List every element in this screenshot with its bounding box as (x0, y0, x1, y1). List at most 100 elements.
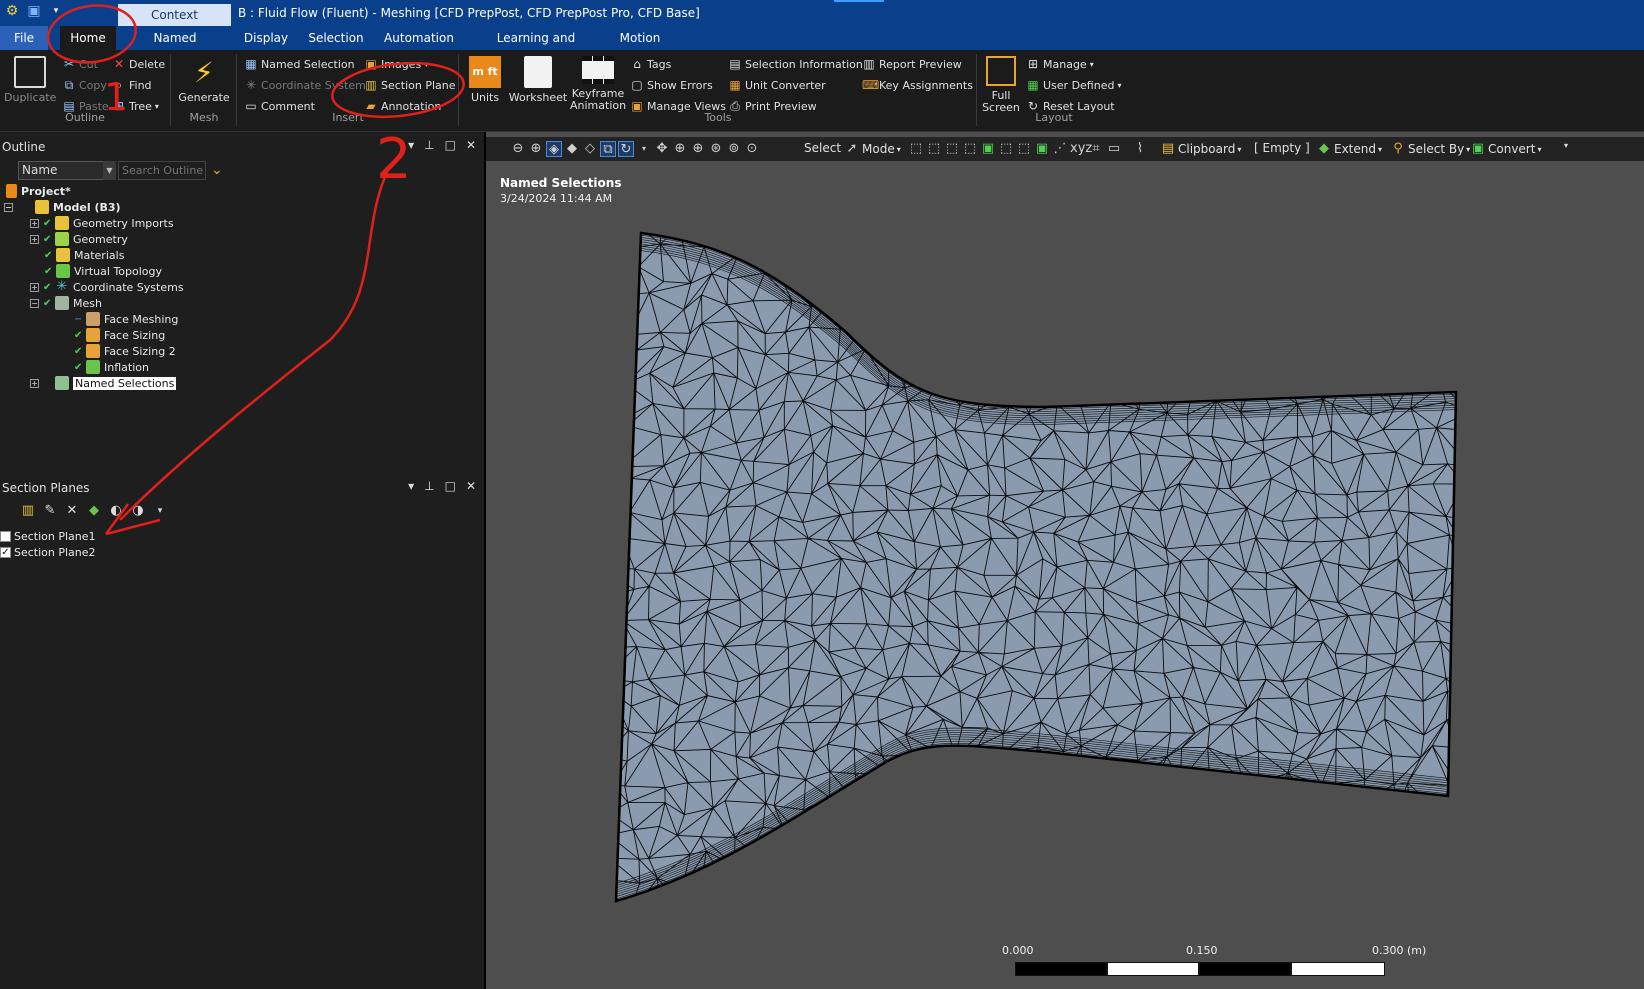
section-plane-checkbox[interactable] (0, 530, 11, 542)
list-item[interactable]: ✓ Section Plane2 (0, 544, 96, 560)
tags-button[interactable]: ⌂ Tags (630, 57, 671, 71)
tab-named-selection[interactable]: Named Selection (124, 26, 226, 69)
tree-dropdown[interactable]: ⊞ Tree ▾ (112, 99, 159, 113)
chevron-down-icon[interactable]: ▾ (1564, 141, 1568, 150)
tree-node-named-selections[interactable]: + Named Selections (30, 375, 177, 391)
new-section-plane-icon[interactable]: ▥ (20, 503, 36, 519)
zoom-fit-icon[interactable]: ⊛ (708, 141, 724, 157)
mode-dropdown[interactable]: ➚ Mode ▾ (844, 141, 901, 157)
expand-icon[interactable]: + (30, 282, 39, 292)
tab-home[interactable]: Home (60, 26, 116, 50)
mesh-geometry[interactable] (486, 132, 1644, 989)
shaded-view-icon[interactable]: ◆ (564, 141, 580, 157)
zoom-icon[interactable]: ⊕ (672, 141, 688, 157)
pan-icon[interactable]: ✥ (654, 141, 670, 157)
iso-view-icon[interactable]: ◈ (546, 141, 562, 157)
delete-section-icon[interactable]: ✕ (64, 503, 80, 519)
named-selection-button[interactable]: ▦ Named Selection (244, 57, 354, 71)
tree-node-materials[interactable]: ✔ Materials (44, 247, 124, 263)
mesh-body[interactable] (614, 231, 1458, 903)
select-point-icon[interactable]: ⋰ (1052, 141, 1068, 157)
edit-section-plane-icon[interactable]: ✎ (42, 503, 58, 519)
keyframe-animation-button[interactable]: Keyframe Animation (570, 56, 626, 112)
worksheet-button[interactable]: Worksheet (508, 56, 568, 104)
tree-node-geometry-imports[interactable]: + ✔ Geometry Imports (30, 215, 174, 231)
section-plane-button[interactable]: ▥ Section Plane (364, 78, 455, 92)
rotate-icon[interactable]: ↻ (618, 141, 634, 157)
expand-icon[interactable]: + (30, 234, 39, 244)
save-icon[interactable]: ▣ (26, 3, 42, 19)
annotation-button[interactable]: ▰ Annotation (364, 99, 441, 113)
extend-dropdown[interactable]: ◆ Extend ▾ (1316, 141, 1382, 157)
images-dropdown[interactable]: ▣ Images ▾ (364, 57, 428, 71)
tree-node-coordinate-systems[interactable]: + ✔ ✳ Coordinate Systems (30, 279, 184, 295)
tree-node-mesh[interactable]: − ✔ Mesh (30, 295, 102, 311)
tree-node-project[interactable]: Project* (6, 183, 71, 199)
wireframe-view-icon[interactable]: ◇ (582, 141, 598, 157)
tab-display[interactable]: Display (240, 26, 292, 50)
close-icon[interactable]: ✕ (466, 479, 476, 493)
select-mesh-icon[interactable]: ▣ (1034, 141, 1050, 157)
comment-icon[interactable]: ▭ (1106, 141, 1122, 157)
select-face-icon[interactable]: ⬚ (944, 141, 960, 157)
pin-icon[interactable]: ⊥ (424, 479, 434, 493)
collapse-icon[interactable]: − (4, 202, 13, 212)
coordinate-system-button[interactable]: ✳ Coordinate System (244, 78, 366, 92)
dropdown-icon[interactable]: ▾ (408, 138, 414, 152)
zoom-in-icon[interactable]: ⊕ (528, 141, 544, 157)
zoom-to-fit-icon[interactable]: ⊚ (726, 141, 742, 157)
select-element-face-icon[interactable]: ⬚ (998, 141, 1014, 157)
chevron-down-icon[interactable]: ▾ (152, 503, 168, 519)
tree-node-face-meshing[interactable]: − Face Meshing (74, 311, 178, 327)
convert-dropdown[interactable]: ▣ Convert ▾ (1470, 141, 1542, 157)
expand-icon[interactable]: + (30, 378, 39, 388)
print-preview-button[interactable]: ⎙ Print Preview (728, 99, 816, 113)
select-button[interactable]: Select (804, 141, 841, 155)
tree-node-virtual-topology[interactable]: ✔ Virtual Topology (44, 263, 162, 279)
tab-learning-and-support[interactable]: Learning and Support (474, 26, 598, 69)
chevron-down-icon[interactable]: ▼ (103, 161, 116, 180)
section-plane-checkbox[interactable]: ✓ (0, 546, 11, 558)
comment-button[interactable]: ▭ Comment (244, 99, 315, 113)
pin-icon[interactable]: ⊥ (424, 138, 434, 152)
tree-node-face-sizing[interactable]: ✔ Face Sizing (74, 327, 165, 343)
select-body-icon[interactable]: ⬚ (962, 141, 978, 157)
tree-node-face-sizing-2[interactable]: ✔ Face Sizing 2 (74, 343, 176, 359)
graph-icon[interactable]: ⌇ (1132, 141, 1148, 157)
units-dropdown[interactable]: m ft Units (464, 56, 506, 104)
settings-icon[interactable]: ⚙ (4, 3, 20, 19)
full-screen-button[interactable]: Full Screen (980, 56, 1022, 114)
tab-selection[interactable]: Selection (306, 26, 366, 50)
maximize-icon[interactable]: □ (445, 479, 456, 493)
close-icon[interactable]: ✕ (466, 138, 476, 152)
zoom-box-icon[interactable]: ⊕ (690, 141, 706, 157)
select-element-icon[interactable]: ⬚ (1016, 141, 1032, 157)
tab-automation[interactable]: Automation (382, 26, 456, 50)
hide-section-icon[interactable]: ◐ (108, 503, 124, 519)
selection-information-button[interactable]: ▤ Selection Information (728, 57, 863, 71)
show-errors-button[interactable]: ▢ Show Errors (630, 78, 712, 92)
name-column-select[interactable]: Name (18, 161, 116, 180)
label-icon[interactable]: ⌗ (1088, 141, 1104, 157)
tree-node-geometry[interactable]: + ✔ Geometry (30, 231, 128, 247)
unit-converter-button[interactable]: ▦ Unit Converter (728, 78, 825, 92)
manage-dropdown[interactable]: ⊞ Manage ▾ (1026, 57, 1094, 71)
collapse-icon[interactable]: − (30, 298, 39, 308)
box-select-icon[interactable]: ⧉ (600, 141, 616, 157)
tree-node-model[interactable]: − Model (B3) (4, 199, 121, 215)
report-preview-button[interactable]: ▥ Report Preview (862, 57, 961, 71)
key-assignments-button[interactable]: ⌨ Key Assignments (862, 78, 973, 92)
filter-icon[interactable]: ⌄ (211, 162, 223, 178)
delete-button[interactable]: ✕ Delete (112, 57, 165, 71)
find-button[interactable]: ⌕ Find (112, 78, 152, 92)
select-node-icon[interactable]: ▣ (980, 141, 996, 157)
dropdown-icon[interactable]: ▾ (408, 479, 414, 493)
context-tab[interactable]: Context (118, 4, 231, 26)
xyz-icon[interactable]: xyz (1070, 141, 1092, 157)
magnifier-icon[interactable]: ⊙ (744, 141, 760, 157)
maximize-icon[interactable]: □ (445, 138, 456, 152)
copy-button[interactable]: ⧉ Copy (62, 78, 107, 92)
graphics-viewport[interactable] (486, 132, 1644, 989)
tab-file[interactable]: File (0, 26, 48, 50)
search-outline-input[interactable] (118, 161, 206, 180)
